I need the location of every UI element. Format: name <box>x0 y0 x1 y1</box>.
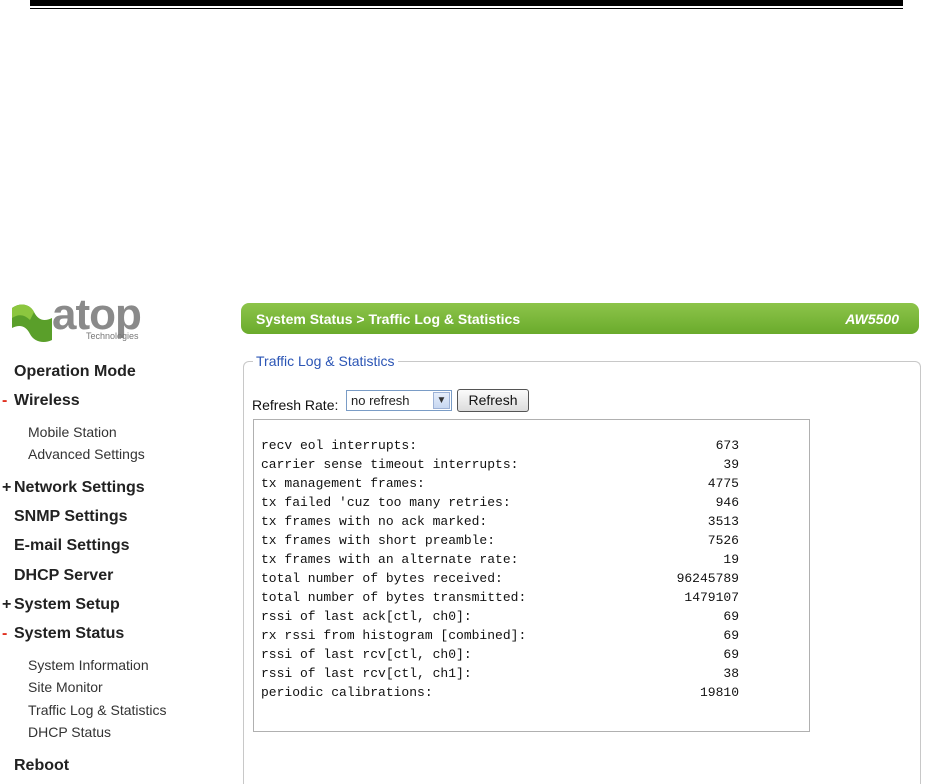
sidebar-item[interactable]: - System Status <box>2 625 124 643</box>
sidebar-item[interactable]: Reboot <box>14 757 69 775</box>
refresh-rate-value: no refresh <box>351 393 410 408</box>
sidebar-item-label: Site Monitor <box>28 679 103 695</box>
stat-label: tx failed 'cuz too many retries: <box>261 495 511 510</box>
stat-value: 69 <box>723 609 739 624</box>
stat-row: rssi of last rcv[ctl, ch1]: 38 <box>261 666 739 685</box>
expand-icon[interactable]: + <box>2 596 14 614</box>
sidebar-item-label: DHCP Status <box>28 724 111 740</box>
sidebar-item[interactable]: + Network Settings <box>2 479 145 497</box>
stat-value: 7526 <box>707 533 739 548</box>
logo-subtitle: Technologies <box>86 331 139 341</box>
stat-value: 1479107 <box>684 590 739 605</box>
sidebar-item[interactable]: DHCP Server <box>14 567 113 585</box>
stat-value: 38 <box>723 666 739 681</box>
stat-row: tx frames with an alternate rate: 19 <box>261 552 739 571</box>
stat-label: tx management frames: <box>261 476 425 491</box>
stat-row: rssi of last ack[ctl, ch0]: 69 <box>261 609 739 628</box>
sidebar-item[interactable]: E-mail Settings <box>14 537 130 555</box>
stat-value: 3513 <box>707 514 739 529</box>
stat-label: total number of bytes received: <box>261 571 503 586</box>
stat-row: rssi of last rcv[ctl, ch0]: 69 <box>261 647 739 666</box>
sidebar-item[interactable]: Traffic Log & Statistics <box>28 702 167 718</box>
stat-row: total number of bytes transmitted: 147910… <box>261 590 739 609</box>
model-name: AW5500 <box>845 311 899 327</box>
logo-mark-icon <box>12 304 52 342</box>
stat-value: 19 <box>723 552 739 567</box>
sidebar-item-label: Traffic Log & Statistics <box>28 702 167 718</box>
sidebar-item-label: Mobile Station <box>28 424 117 440</box>
stat-value: 4775 <box>707 476 739 491</box>
stat-label: tx frames with an alternate rate: <box>261 552 519 567</box>
stat-value: 673 <box>715 438 739 453</box>
stat-row: tx frames with short preamble: 7526 <box>261 533 739 552</box>
sidebar-item-label: Advanced Settings <box>28 446 145 462</box>
stat-row: total number of bytes received: 96245789 <box>261 571 739 590</box>
panel-legend: Traffic Log & Statistics <box>253 353 398 369</box>
sidebar-item[interactable]: + System Setup <box>2 596 120 614</box>
top-rule-thin <box>30 8 903 9</box>
sidebar-item[interactable]: - Wireless <box>2 392 80 410</box>
stat-label: periodic calibrations: <box>261 685 433 700</box>
stat-value: 39 <box>723 457 739 472</box>
sidebar-item-label: SNMP Settings <box>14 508 128 525</box>
stat-label: total number of bytes transmitted: <box>261 590 527 605</box>
sidebar-item-label: System Information <box>28 657 149 673</box>
stat-row: periodic calibrations: 19810 <box>261 685 739 704</box>
stat-row: tx frames with no ack marked: 3513 <box>261 514 739 533</box>
stat-row: tx management frames: 4775 <box>261 476 739 495</box>
refresh-rate-label: Refresh Rate: <box>252 397 339 413</box>
stat-value: 69 <box>723 628 739 643</box>
stat-label: rssi of last rcv[ctl, ch1]: <box>261 666 472 681</box>
stat-label: tx frames with no ack marked: <box>261 514 488 529</box>
breadcrumb: System Status > Traffic Log & Statistics <box>256 311 521 327</box>
sidebar-item-label: Reboot <box>14 757 70 774</box>
collapse-icon[interactable]: - <box>2 625 14 643</box>
page-header: System Status > Traffic Log & Statistics… <box>241 303 919 334</box>
sidebar-item[interactable]: System Information <box>28 657 149 673</box>
sidebar-item[interactable]: SNMP Settings <box>14 508 128 526</box>
stat-value: 69 <box>723 647 739 662</box>
sidebar-item-label: Network Settings <box>14 479 145 496</box>
atop-logo: atop Technologies <box>10 290 170 348</box>
refresh-rate-select[interactable]: no refresh ▼ <box>346 390 452 411</box>
sidebar-item[interactable]: Site Monitor <box>28 679 103 695</box>
sidebar-item[interactable]: Advanced Settings <box>28 446 145 462</box>
stat-label: rx rssi from histogram [combined]: <box>261 628 527 643</box>
sidebar-item-label: E-mail Settings <box>14 537 130 554</box>
refresh-button[interactable]: Refresh <box>457 389 529 412</box>
chevron-down-icon[interactable]: ▼ <box>433 392 450 409</box>
stat-value: 96245789 <box>676 571 739 586</box>
stat-row: recv eol interrupts: 673 <box>261 438 739 457</box>
stat-label: carrier sense timeout interrupts: <box>261 457 519 472</box>
sidebar-item-label: System Setup <box>14 596 120 613</box>
stat-value: 946 <box>715 495 739 510</box>
stat-label: tx frames with short preamble: <box>261 533 496 548</box>
collapse-icon[interactable]: - <box>2 392 14 410</box>
stat-row: carrier sense timeout interrupts: 39 <box>261 457 739 476</box>
sidebar-item-label: System Status <box>14 625 125 642</box>
stat-row: rx rssi from histogram [combined]: 69 <box>261 628 739 647</box>
stat-value: 19810 <box>699 685 739 700</box>
sidebar-item[interactable]: Operation Mode <box>14 363 136 381</box>
sidebar-item-label: Operation Mode <box>14 363 136 380</box>
sidebar-item[interactable]: Mobile Station <box>28 424 117 440</box>
expand-icon[interactable]: + <box>2 479 14 497</box>
sidebar-item-label: DHCP Server <box>14 567 114 584</box>
stat-row: tx failed 'cuz too many retries: 946 <box>261 495 739 514</box>
sidebar-item[interactable]: DHCP Status <box>28 724 111 740</box>
statistics-box: recv eol interrupts: 673 carrier sense tim… <box>253 419 810 732</box>
stat-label: recv eol interrupts: <box>261 438 418 453</box>
stat-label: rssi of last rcv[ctl, ch0]: <box>261 647 472 662</box>
top-rule <box>30 0 903 6</box>
stat-label: rssi of last ack[ctl, ch0]: <box>261 609 472 624</box>
sidebar-item-label: Wireless <box>14 392 80 409</box>
